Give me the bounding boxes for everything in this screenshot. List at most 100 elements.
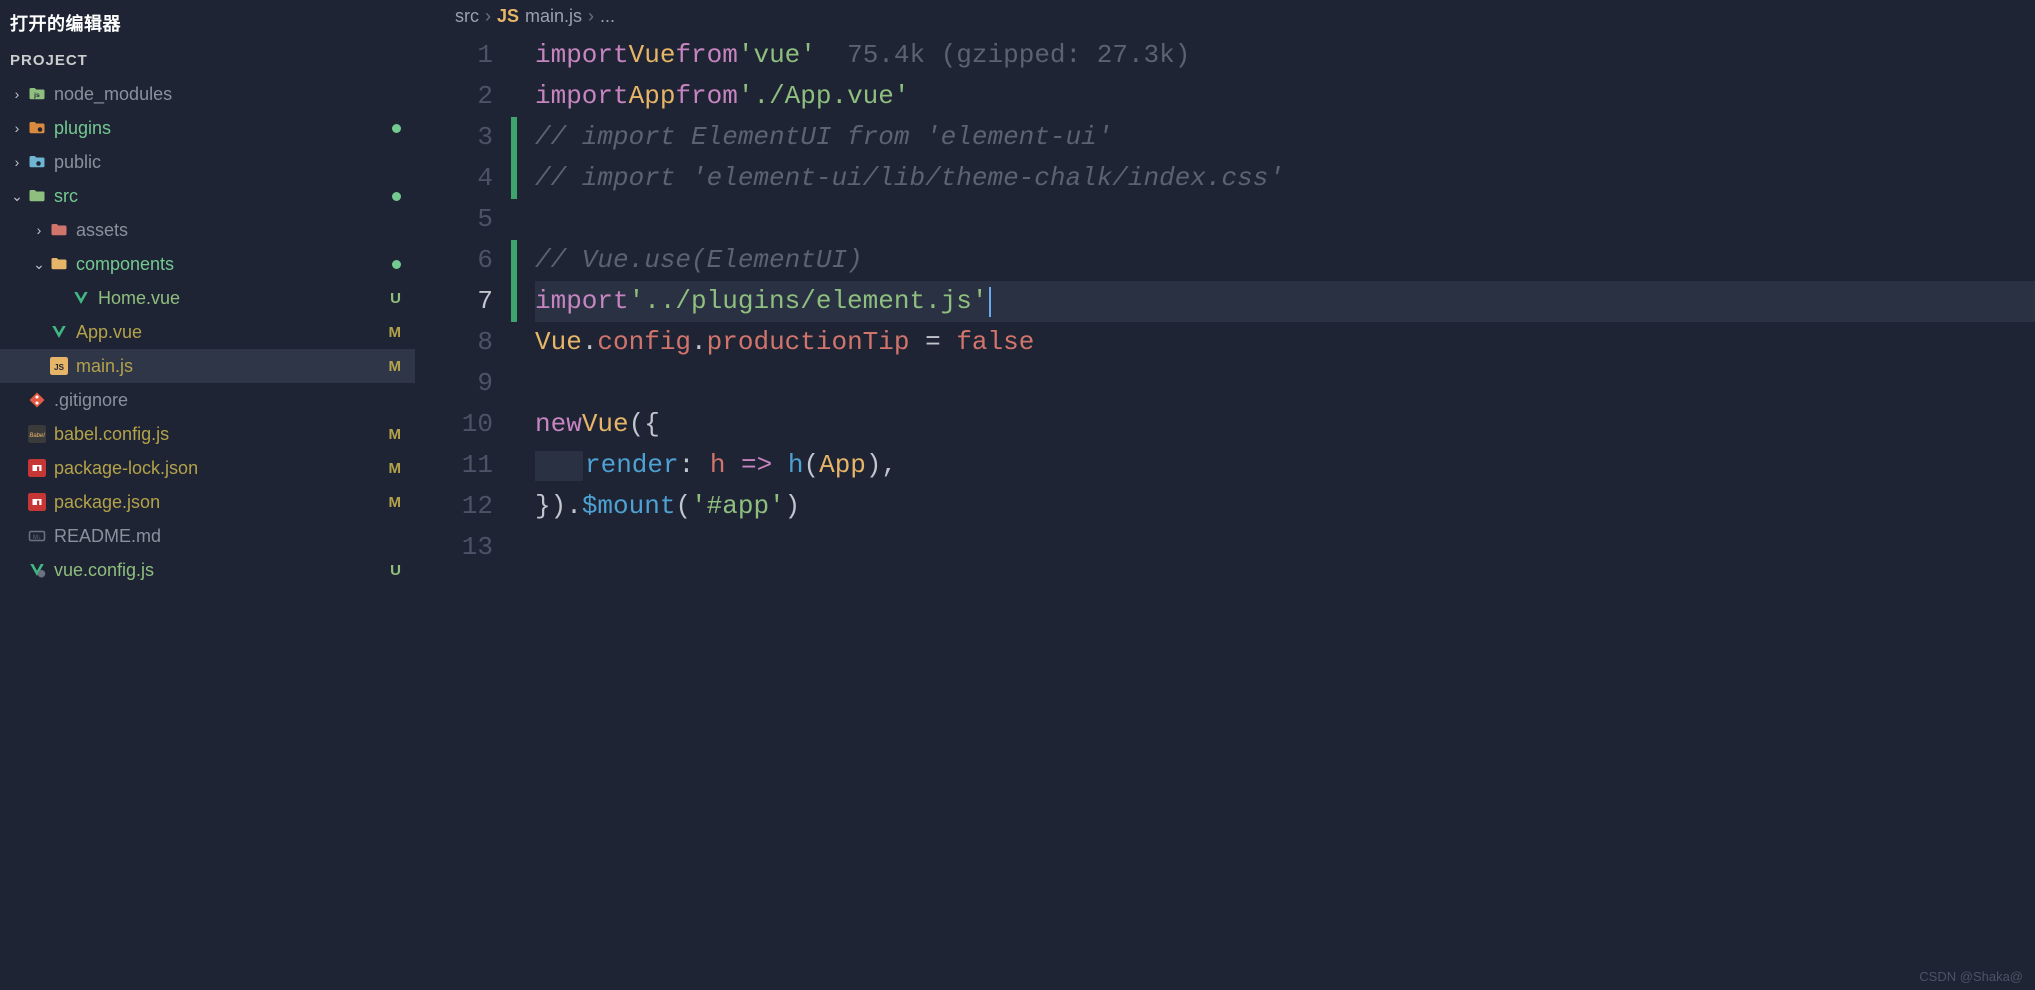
file-package.json[interactable]: ·package.jsonM <box>0 485 415 519</box>
chevron-right-icon[interactable]: › <box>30 222 48 238</box>
js-icon: JS <box>48 357 70 375</box>
breadcrumb-seg[interactable]: main.js <box>525 6 582 27</box>
line-number-gutter: 12345678910111213 <box>415 35 511 990</box>
code-line[interactable]: // import ElementUI from 'element-ui' <box>535 117 2035 158</box>
js-icon: JS <box>497 6 519 27</box>
tree-item-label: .gitignore <box>54 390 401 411</box>
tree-item-label: package.json <box>54 492 389 513</box>
tree-item-label: main.js <box>76 356 389 377</box>
folder-assets-icon <box>48 221 70 239</box>
line-number: 8 <box>415 322 493 363</box>
chevron-down-icon[interactable]: ⌄ <box>30 256 48 273</box>
folder-public[interactable]: ›public <box>0 145 415 179</box>
chevron-right-icon[interactable]: › <box>8 154 26 170</box>
chevron-right-icon[interactable]: › <box>8 86 26 102</box>
file-Home.vue[interactable]: ·Home.vueU <box>0 281 415 315</box>
line-number: 3 <box>415 117 493 158</box>
tree-item-label: babel.config.js <box>54 424 389 445</box>
line-number: 7 <box>415 281 493 322</box>
code-line[interactable]: import App from './App.vue' <box>535 76 2035 117</box>
vueconf-icon <box>26 561 48 579</box>
code-line[interactable]: }).$mount('#app') <box>535 486 2035 527</box>
folder-node-icon: js <box>26 85 48 103</box>
code-line[interactable] <box>535 527 2035 568</box>
md-icon: M↓ <box>26 527 48 545</box>
vue-icon <box>70 289 92 307</box>
code-editor[interactable]: 12345678910111213 import Vue from 'vue' … <box>415 35 2035 990</box>
git-status-badge: M <box>389 324 402 341</box>
code-line[interactable]: import Vue from 'vue' 75.4k (gzipped: 27… <box>535 35 2035 76</box>
file-package-lock.json[interactable]: ·package-lock.jsonM <box>0 451 415 485</box>
tree-item-label: plugins <box>54 118 392 139</box>
file-.gitignore[interactable]: ·.gitignore <box>0 383 415 417</box>
project-header[interactable]: PROJECT <box>0 44 415 77</box>
watermark: CSDN @Shaka@ <box>1919 969 2023 984</box>
tree-item-label: src <box>54 186 392 207</box>
svg-text:Babel: Babel <box>29 433 45 439</box>
file-App.vue[interactable]: ·App.vueM <box>0 315 415 349</box>
line-number: 5 <box>415 199 493 240</box>
git-status-badge: M <box>389 460 402 477</box>
folder-components[interactable]: ⌄ components <box>0 247 415 281</box>
chevron-down-icon[interactable]: ⌄ <box>8 188 26 205</box>
folder-plugins[interactable]: › plugins <box>0 111 415 145</box>
git-icon <box>26 391 48 409</box>
breadcrumb-seg[interactable]: src <box>455 6 479 27</box>
code-line[interactable]: // import 'element-ui/lib/theme-chalk/in… <box>535 158 2035 199</box>
code-line[interactable]: // Vue.use(ElementUI) <box>535 240 2035 281</box>
line-number: 11 <box>415 445 493 486</box>
breadcrumb[interactable]: src › JS main.js › ... <box>415 0 2035 35</box>
npm-icon <box>26 459 48 477</box>
folder-src[interactable]: ⌄ src <box>0 179 415 213</box>
text-cursor <box>989 287 991 317</box>
svg-text:JS: JS <box>54 363 65 372</box>
tree-item-label: package-lock.json <box>54 458 389 479</box>
size-hint: 75.4k (gzipped: 27.3k) <box>847 35 1190 76</box>
explorer-sidebar: 打开的编辑器 PROJECT ›jsnode_modules›plugins›p… <box>0 0 415 990</box>
code-line[interactable]: new Vue({ <box>535 404 2035 445</box>
chevron-right-icon[interactable]: › <box>8 120 26 136</box>
line-number: 4 <box>415 158 493 199</box>
tree-item-label: Home.vue <box>98 288 390 309</box>
line-number: 9 <box>415 363 493 404</box>
code-content[interactable]: import Vue from 'vue' 75.4k (gzipped: 27… <box>517 35 2035 990</box>
code-line[interactable] <box>535 199 2035 240</box>
chevron-right-icon: › <box>485 6 491 27</box>
git-status-badge: U <box>390 562 401 579</box>
line-number: 1 <box>415 35 493 76</box>
modified-dot-icon <box>392 124 401 133</box>
line-number: 2 <box>415 76 493 117</box>
tree-item-label: App.vue <box>76 322 389 343</box>
tree-item-label: README.md <box>54 526 401 547</box>
svg-text:js: js <box>33 92 40 99</box>
tree-item-label: components <box>76 254 392 275</box>
code-line[interactable] <box>535 363 2035 404</box>
line-number: 12 <box>415 486 493 527</box>
tree-item-label: vue.config.js <box>54 560 390 581</box>
line-number: 6 <box>415 240 493 281</box>
code-line[interactable]: import '../plugins/element.js' <box>535 281 2035 322</box>
npm-icon <box>26 493 48 511</box>
folder-src-icon <box>26 187 48 205</box>
line-number: 10 <box>415 404 493 445</box>
code-line[interactable]: render: h => h(App), <box>535 445 2035 486</box>
folder-plugin-icon <box>26 119 48 137</box>
line-number: 13 <box>415 527 493 568</box>
file-babel.config.js[interactable]: ·Babelbabel.config.jsM <box>0 417 415 451</box>
git-status-badge: M <box>389 358 402 375</box>
tree-item-label: assets <box>76 220 401 241</box>
file-README.md[interactable]: ·M↓README.md <box>0 519 415 553</box>
file-vue.config.js[interactable]: ·vue.config.jsU <box>0 553 415 587</box>
code-line[interactable]: Vue.config.productionTip = false <box>535 322 2035 363</box>
file-tree: › js node_modules › plugins ›public ⌄ src › asset… <box>0 77 415 990</box>
file-main.js[interactable]: ·JSmain.jsM <box>0 349 415 383</box>
modified-dot-icon <box>392 260 401 269</box>
folder-node_modules[interactable]: › js node_modules <box>0 77 415 111</box>
git-status-badge: M <box>389 494 402 511</box>
svg-text:M↓: M↓ <box>33 535 41 541</box>
breadcrumb-ellipsis[interactable]: ... <box>600 6 615 27</box>
folder-assets[interactable]: › assets <box>0 213 415 247</box>
open-editors-title: 打开的编辑器 <box>0 0 415 44</box>
babel-icon: Babel <box>26 425 48 443</box>
tree-item-label: node_modules <box>54 84 401 105</box>
